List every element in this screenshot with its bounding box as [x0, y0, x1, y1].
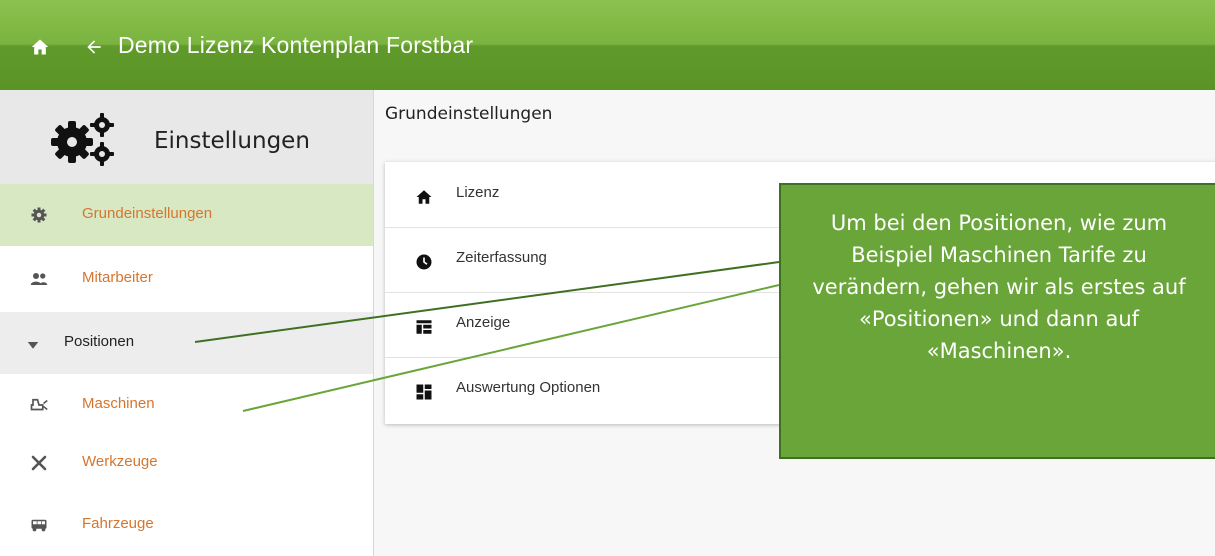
- settings-row-label: Anzeige: [456, 314, 511, 331]
- callout-line: Beispiel Maschinen Tarife zu: [851, 243, 1147, 267]
- callout-line: verändern, gehen wir als erstes auf: [812, 275, 1186, 299]
- sidebar-item-label: Mitarbeiter: [82, 269, 153, 286]
- layout-icon: [416, 320, 432, 334]
- caret-down-icon: [27, 342, 39, 349]
- machine-icon: [30, 398, 48, 411]
- gears-icon: [51, 113, 114, 166]
- callout-line: «Maschinen».: [926, 339, 1072, 363]
- settings-row-label: Lizenz: [456, 184, 500, 201]
- clock-icon: [416, 254, 432, 270]
- sidebar-header: Einstellungen: [0, 90, 373, 184]
- settings-row-label: Zeiterfassung: [456, 249, 547, 266]
- bus-icon: [31, 519, 47, 532]
- sidebar-item-label: Grundeinstellungen: [82, 205, 213, 222]
- callout-line: Um bei den Positionen, wie zum: [830, 211, 1168, 235]
- tools-icon: [31, 455, 47, 471]
- sidebar-item-label: Maschinen: [82, 395, 155, 412]
- sidebar-item-label: Positionen: [64, 333, 135, 350]
- callout-line: «Positionen» und dann auf: [858, 307, 1140, 331]
- app-header: Demo Lizenz Kontenplan Forstbar: [0, 0, 1215, 90]
- home-icon: [416, 190, 432, 204]
- sidebar-item-label: Fahrzeuge: [82, 515, 154, 532]
- sidebar-item-grundeinstellungen[interactable]: Grundeinstellungen: [0, 184, 373, 246]
- sidebar-item-maschinen[interactable]: Maschinen: [0, 374, 373, 436]
- page-title: Grundeinstellungen: [385, 104, 553, 124]
- dashboard-icon: [416, 384, 432, 400]
- sidebar: Einstellungen Grundeinstellungen Mitarbe…: [0, 90, 374, 556]
- sidebar-group-positionen[interactable]: Positionen: [0, 312, 373, 374]
- gear-icon: [31, 207, 47, 223]
- callout-text: Um bei den Positionen, wie zum Beispiel …: [781, 207, 1215, 367]
- sidebar-title: Einstellungen: [154, 128, 310, 154]
- sidebar-item-werkzeuge[interactable]: Werkzeuge: [0, 432, 373, 494]
- people-icon: [30, 273, 48, 285]
- home-icon[interactable]: [30, 37, 50, 57]
- app-title: Demo Lizenz Kontenplan Forstbar: [118, 32, 474, 58]
- arrow-left-icon[interactable]: [84, 37, 104, 57]
- sidebar-item-label: Werkzeuge: [82, 453, 158, 470]
- sidebar-item-mitarbeiter[interactable]: Mitarbeiter: [0, 248, 373, 310]
- sidebar-item-fahrzeuge[interactable]: Fahrzeuge: [0, 494, 373, 556]
- tutorial-callout: Um bei den Positionen, wie zum Beispiel …: [779, 183, 1215, 459]
- settings-row-label: Auswertung Optionen: [456, 379, 601, 396]
